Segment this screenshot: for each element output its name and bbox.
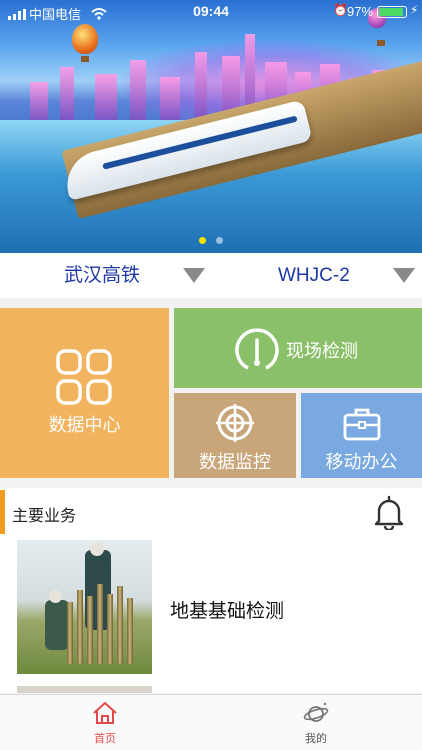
planet-icon [303, 702, 329, 722]
device-selector-value: WHJC-2 [278, 265, 350, 286]
tile-data-center[interactable]: 数据中心 [0, 308, 169, 478]
section-title: 主要业务 [12, 508, 77, 525]
tile-label: 现场检测 [286, 341, 358, 361]
tab-label: 我的 [305, 733, 327, 745]
tab-bar: 首页 我的 [0, 694, 422, 750]
selector-bar: 武汉高铁 WHJC-2 [0, 253, 422, 298]
tab-label: 首页 [94, 733, 116, 745]
section-accent-bar [0, 490, 5, 534]
business-item-title[interactable]: 地基基础检测 [170, 596, 284, 623]
gauge-icon [235, 328, 279, 370]
business-item-image[interactable] [17, 540, 152, 674]
app-screen: 中国电信 09:44 ⏰ 97% ⚡ 武汉高铁 WHJC-2 数据中心 现场检测… [0, 0, 422, 750]
carousel-dot-active[interactable] [199, 237, 206, 244]
tile-mobile-office[interactable]: 移动办公 [301, 393, 422, 478]
tile-data-monitoring[interactable]: 数据监控 [174, 393, 296, 478]
alarm-icon: ⏰ [333, 3, 348, 17]
tile-site-inspection[interactable]: 现场检测 [174, 308, 422, 388]
target-icon [216, 404, 254, 442]
home-icon [93, 702, 117, 724]
grid-icon [56, 349, 112, 405]
main-business-section: 主要业务 地基基础检测 [0, 488, 422, 693]
banner-carousel[interactable]: 中国电信 09:44 ⏰ 97% ⚡ [0, 0, 422, 253]
carousel-dot[interactable] [216, 237, 223, 244]
tile-label: 数据中心 [48, 415, 121, 435]
tile-label: 数据监控 [199, 452, 271, 472]
bell-icon[interactable] [372, 494, 406, 530]
dropdown-triangle-icon [183, 268, 205, 283]
battery-icon [377, 6, 407, 18]
tab-home[interactable]: 首页 [65, 701, 145, 746]
charging-icon: ⚡ [410, 3, 419, 17]
line-selector-value: 武汉高铁 [64, 265, 141, 286]
line-selector[interactable]: 武汉高铁 [0, 253, 211, 298]
battery-percent: 97% [347, 4, 374, 19]
dropdown-triangle-icon [393, 268, 415, 283]
status-bar: 中国电信 09:44 ⏰ 97% ⚡ [0, 0, 422, 24]
tile-label: 移动办公 [325, 452, 398, 472]
business-item-image[interactable] [17, 686, 152, 693]
carousel-indicator [0, 237, 422, 244]
tab-mine[interactable]: 我的 [276, 701, 356, 746]
device-selector[interactable]: WHJC-2 [211, 253, 422, 298]
briefcase-icon [343, 408, 381, 441]
balloon-icon [72, 24, 98, 62]
